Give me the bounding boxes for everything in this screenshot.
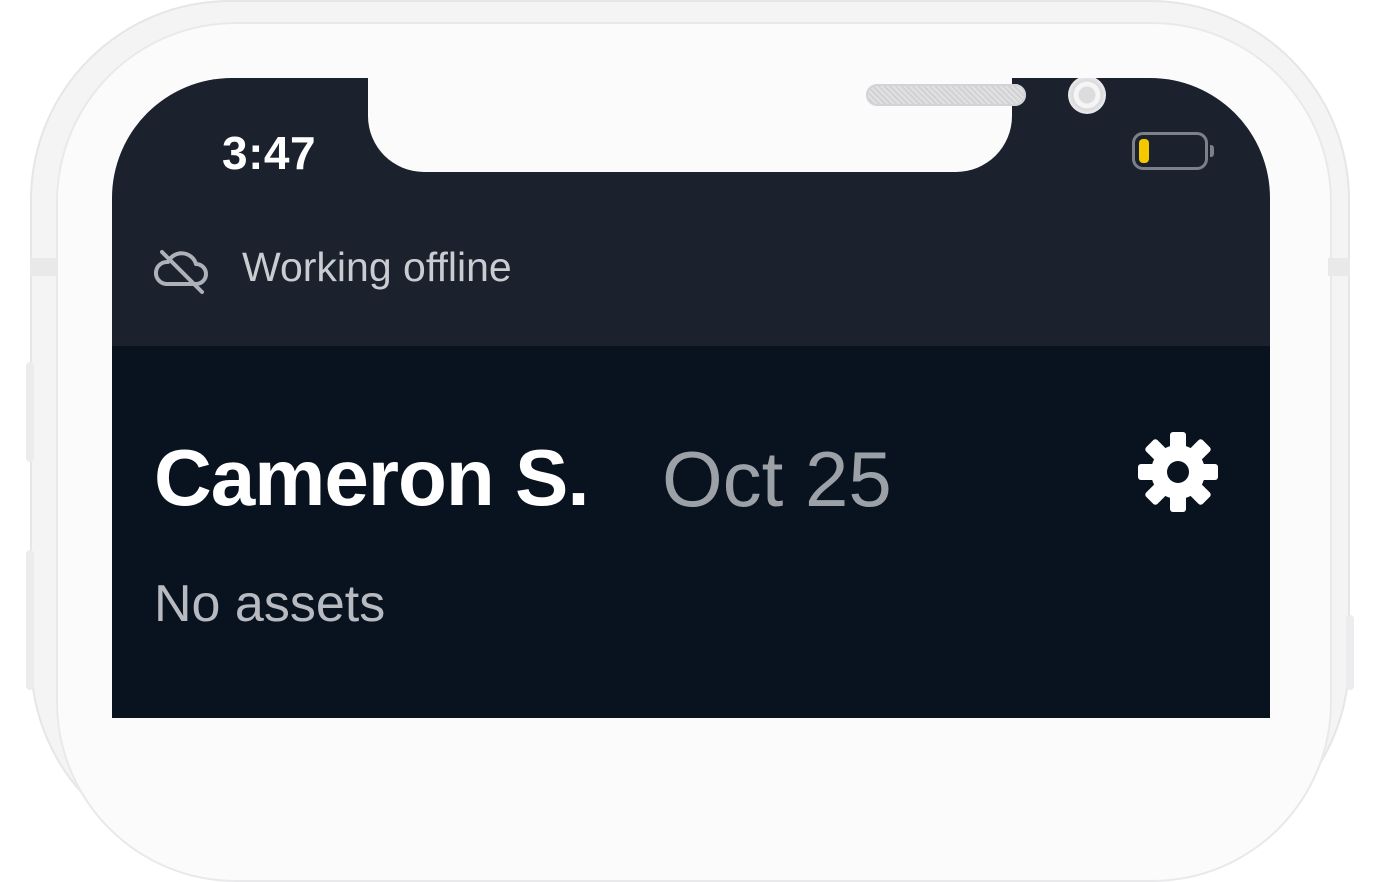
front-camera [1068, 78, 1106, 114]
battery-low-icon [1132, 132, 1208, 170]
power-button [1346, 615, 1354, 690]
assets-status: No assets [154, 575, 386, 633]
gear-icon[interactable] [1134, 428, 1222, 516]
cloud-offline-icon [153, 250, 208, 294]
status-time: 3:47 [222, 127, 317, 179]
user-name: Cameron S. [154, 433, 590, 522]
notch [368, 78, 1106, 172]
speaker-grille [866, 84, 1026, 106]
phone-screen: 3:47 Working offline Cameron S. Oct 25 N… [112, 78, 1270, 718]
antenna-line-right [1328, 258, 1350, 276]
offline-status-text: Working offline [242, 244, 512, 290]
main-content: Cameron S. Oct 25 No assets [112, 346, 1270, 718]
volume-button [26, 550, 34, 690]
date-label: Oct 25 [662, 435, 892, 523]
antenna-line-left [30, 258, 58, 276]
battery-cap [1210, 145, 1214, 157]
offline-banner: Working offline [112, 228, 1270, 346]
mute-switch [26, 362, 34, 462]
battery-level [1139, 139, 1149, 163]
